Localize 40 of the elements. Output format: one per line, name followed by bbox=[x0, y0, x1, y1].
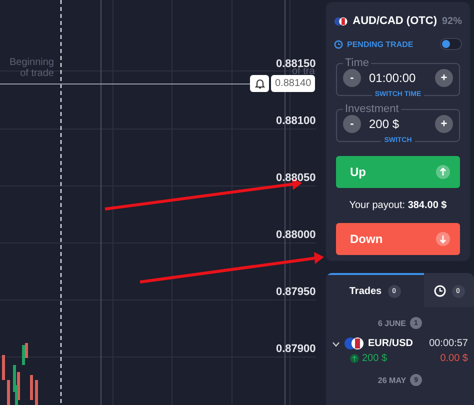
chevron-icon[interactable] bbox=[332, 340, 340, 346]
bell-icon bbox=[254, 78, 264, 89]
price-label: 0.88000 bbox=[276, 229, 316, 241]
payout-text: Your payout: 384.00 $ bbox=[348, 200, 448, 211]
trade-result: 0.00 $ bbox=[440, 353, 468, 364]
candlesticks-drawing bbox=[2, 343, 38, 405]
investment-input[interactable]: 200 $ bbox=[361, 117, 435, 131]
current-price-tag: 0.88140 bbox=[271, 75, 316, 92]
trade-amount: 200 $ bbox=[362, 353, 388, 364]
date-label: 6 JUNE bbox=[378, 318, 406, 328]
pending-trade-toggle[interactable] bbox=[440, 38, 462, 50]
price-label: 0.88100 bbox=[276, 115, 316, 127]
trade-end-label: of tra bbox=[292, 66, 315, 77]
price-label: 0.87900 bbox=[276, 343, 316, 355]
minus-button[interactable]: - bbox=[343, 69, 361, 87]
flag-icon bbox=[334, 14, 348, 28]
date-label: 26 MAY bbox=[378, 376, 406, 384]
pending-trade-label: PENDING TRADE bbox=[347, 40, 414, 48]
time-input[interactable]: 01:00:00 bbox=[361, 71, 435, 85]
arrow-down-icon bbox=[436, 232, 450, 246]
minus-button[interactable]: - bbox=[343, 115, 361, 133]
alert-button[interactable] bbox=[250, 75, 269, 92]
field-label: Time bbox=[344, 58, 370, 69]
trade-start-label: Beginning of trade bbox=[8, 57, 54, 79]
field-label: Investment bbox=[344, 104, 400, 115]
asset-name[interactable]: AUD/CAD (OTC) bbox=[352, 15, 437, 27]
plus-button[interactable]: + bbox=[435, 69, 453, 87]
payout-percent: 92% bbox=[442, 16, 462, 26]
flag-icon bbox=[344, 337, 364, 350]
trade-time: 00:00:57 bbox=[429, 338, 468, 349]
clock-icon bbox=[334, 40, 343, 48]
price-label: 0.87950 bbox=[276, 286, 316, 298]
price-label: 0.88050 bbox=[276, 172, 316, 184]
arrow-up-icon bbox=[350, 354, 359, 363]
down-button[interactable]: Down bbox=[336, 223, 460, 255]
arrow-icon bbox=[140, 252, 324, 284]
clock-icon bbox=[434, 285, 446, 297]
arrow-up-icon bbox=[436, 165, 450, 179]
plus-button[interactable]: + bbox=[435, 115, 453, 133]
trade-pair: EUR/USD bbox=[368, 338, 414, 349]
